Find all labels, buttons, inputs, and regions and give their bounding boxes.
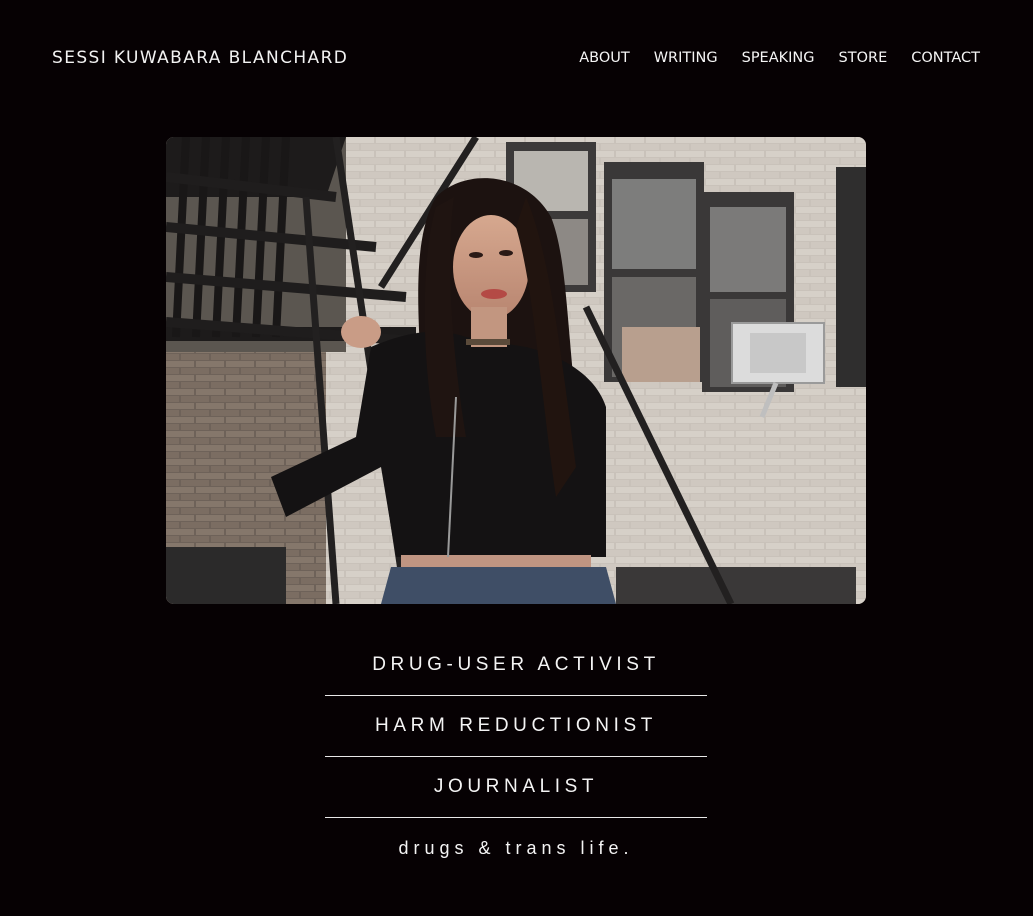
tagline-journalist: JOURNALIST [325,757,707,818]
hero-photo-illustration [166,137,866,604]
nav-writing-link[interactable]: WRITING [654,50,718,66]
site-title-link[interactable]: SESSI KUWABARA BLANCHARD [52,48,348,68]
nav-about-link[interactable]: ABOUT [579,50,630,66]
tagline-drug-user-activist: DRUG-USER ACTIVIST [325,635,707,696]
hero-image [166,137,866,604]
main-nav: ABOUT WRITING SPEAKING STORE CONTACT [579,50,980,66]
nav-speaking-link[interactable]: SPEAKING [742,50,815,66]
nav-contact-link[interactable]: CONTACT [911,50,980,66]
nav-store-link[interactable]: STORE [839,50,888,66]
tagline-list: DRUG-USER ACTIVIST HARM REDUCTIONIST JOU… [325,635,707,878]
tagline-drugs-trans-life: drugs & trans life. [398,837,634,858]
tagline-harm-reductionist: HARM REDUCTIONIST [325,696,707,757]
